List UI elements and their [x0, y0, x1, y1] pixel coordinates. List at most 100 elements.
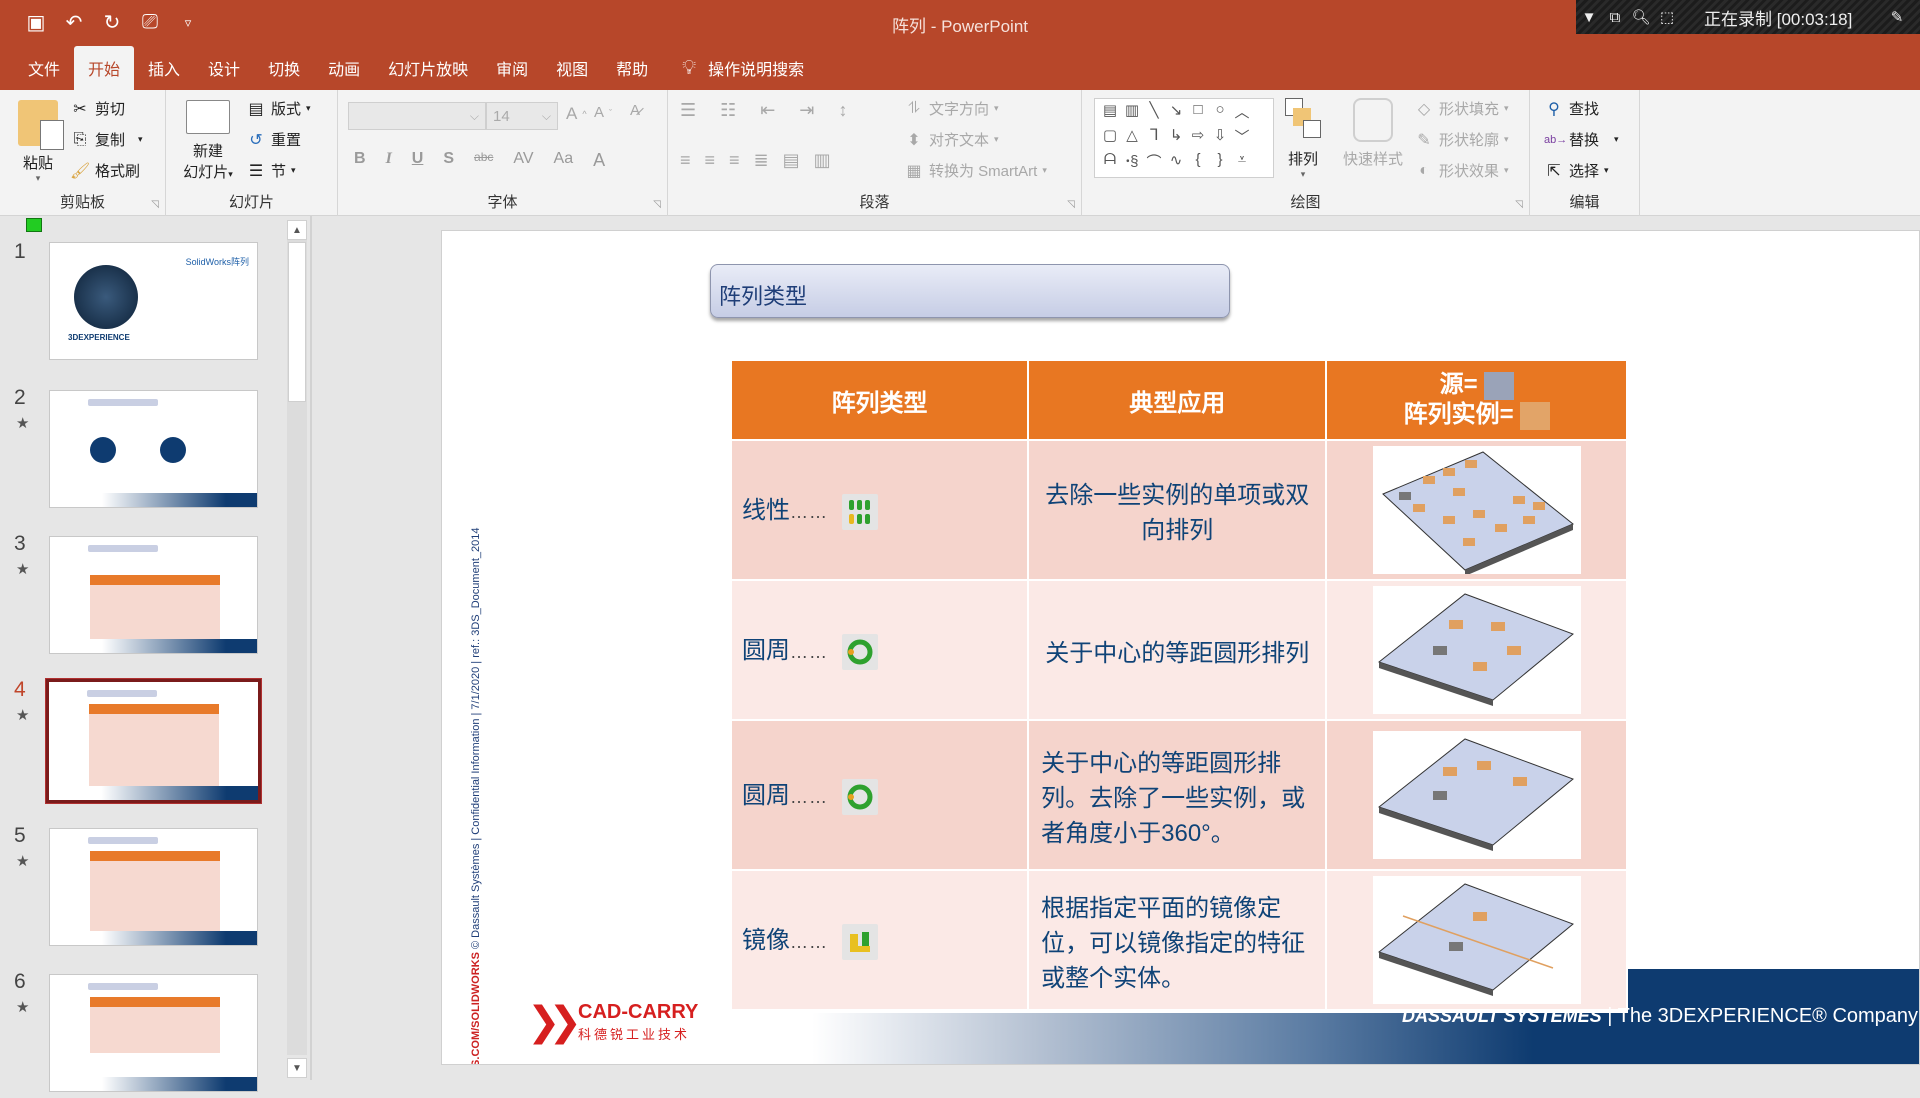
arrange-button[interactable]: 排列 ▾ [1278, 98, 1328, 180]
scroll-up-icon[interactable]: ▲ [287, 220, 307, 240]
slide-thumbnail[interactable]: 3DEXPERIENCE SolidWorks阵列 [49, 242, 258, 360]
dialog-launcher-icon[interactable]: ◹ [653, 199, 661, 210]
dialog-launcher-icon[interactable]: ◹ [151, 199, 159, 210]
thumbnail-4[interactable]: 4 ★ [0, 676, 290, 806]
gallery-more-icon[interactable]: ⩡ [1231, 151, 1253, 176]
thumbnail-2[interactable]: 2 ★ [0, 384, 290, 514]
tell-me-search[interactable]: 💡︎ 操作说明搜索 [682, 56, 804, 90]
thumbnail-5[interactable]: 5 ★ [0, 822, 290, 952]
numbering-icon[interactable]: ☷ [720, 100, 736, 121]
shape-outline-button[interactable]: ✎ 形状轮廓 ▾ [1414, 129, 1508, 150]
convert-smartart-button[interactable]: ▦ 转换为 SmartArt ▾ [904, 160, 1046, 181]
arrow-line-icon[interactable]: ↘ [1165, 101, 1187, 126]
change-case-button[interactable]: Aa [554, 150, 574, 171]
slide-thumbnail[interactable] [49, 828, 258, 946]
slide-canvas[interactable]: 阵列类型 3DS.COM/SOLIDWORKS © Dassault Systè… [441, 230, 1920, 1065]
dialog-launcher-icon[interactable]: ◹ [1067, 199, 1075, 210]
tab-home[interactable]: 开始 [74, 46, 135, 90]
paste-button[interactable]: 粘贴 ▾ [14, 100, 64, 184]
line-shape-icon[interactable]: ╲ [1143, 101, 1165, 126]
align-right-icon[interactable]: ≡ [729, 150, 740, 171]
line-spacing-icon[interactable]: ↕ [838, 100, 847, 121]
tab-animations[interactable]: 动画 [314, 46, 374, 90]
reset-button[interactable]: ↺ 重置 [246, 129, 301, 150]
font-name-combo[interactable]: ⌵ [348, 102, 486, 130]
elbow-arrow-icon[interactable]: ↳ [1165, 126, 1187, 151]
right-brace-icon[interactable]: } [1209, 151, 1231, 176]
scroll-down-icon[interactable]: ▼ [287, 1058, 307, 1078]
shape-fill-button[interactable]: ◇ 形状填充 ▾ [1414, 98, 1509, 119]
tab-design[interactable]: 设计 [194, 46, 254, 90]
replace-button[interactable]: ab→ 替换 ▾ [1544, 129, 1619, 150]
new-slide-button[interactable]: 新建 幻灯片▾ [178, 100, 238, 182]
quick-styles-button[interactable]: 快速样式 [1336, 98, 1410, 169]
slide-title[interactable]: 阵列类型 [710, 264, 1230, 318]
format-painter-button[interactable]: 🖌︎ 格式刷 [70, 160, 140, 181]
region-icon[interactable]: ⬚ [1654, 8, 1680, 26]
gallery-up-icon[interactable]: ︿ [1231, 101, 1253, 126]
down-arrow-icon[interactable]: ⇩ [1209, 126, 1231, 151]
rounded-rect-icon[interactable]: ▢ [1099, 126, 1121, 151]
zoom-icon[interactable]: 🔍︎ [1628, 8, 1654, 26]
slide-thumbnail-selected[interactable] [45, 678, 262, 804]
thumbnail-1[interactable]: 1 3DEXPERIENCE SolidWorks阵列 [0, 238, 290, 368]
dropdown-icon[interactable]: ▼ [1576, 9, 1602, 26]
curve-icon[interactable]: ∿ [1165, 151, 1187, 176]
vertical-textbox-icon[interactable]: ▥ [1121, 101, 1143, 126]
tab-insert[interactable]: 插入 [134, 46, 194, 90]
bullets-icon[interactable]: ☰ [680, 100, 696, 121]
triangle-icon[interactable]: △ [1121, 126, 1143, 151]
distribute-icon[interactable]: ▤ [783, 150, 800, 171]
tab-view[interactable]: 视图 [542, 46, 602, 90]
copy-button[interactable]: ⎘ 复制 ▾ [70, 129, 143, 150]
pattern-types-table[interactable]: 阵列类型 典型应用 源= 阵列实例= 线性…… 去除一些实例的单项或双向排列 圆… [729, 359, 1628, 1011]
justify-icon[interactable]: ≣ [754, 150, 769, 171]
left-brace-icon[interactable]: { [1187, 151, 1209, 176]
tab-help[interactable]: 帮助 [602, 46, 662, 90]
select-button[interactable]: ⇱ 选择 ▾ [1544, 160, 1608, 181]
font-size-combo[interactable]: 14 ⌵ [486, 102, 558, 130]
textbox-shape-icon[interactable]: ▤ [1099, 101, 1121, 126]
oval-shape-icon[interactable]: ○ [1209, 101, 1231, 126]
tab-slideshow[interactable]: 幻灯片放映 [374, 46, 482, 90]
tab-review[interactable]: 审阅 [482, 46, 542, 90]
align-left-icon[interactable]: ≡ [680, 150, 691, 171]
tab-file[interactable]: 文件 [14, 46, 74, 90]
layout-button[interactable]: ▤ 版式 ▾ [246, 98, 310, 119]
italic-button[interactable]: I [386, 150, 392, 171]
char-spacing-button[interactable]: AV [513, 150, 533, 171]
thumbnail-6[interactable]: 6 ★ [0, 968, 290, 1098]
slide-thumbnail[interactable] [49, 536, 258, 654]
find-button[interactable]: ⚲ 查找 [1544, 98, 1599, 119]
grow-font-button[interactable]: A ^ [566, 104, 587, 124]
cut-button[interactable]: ✂ 剪切 [70, 98, 125, 119]
panel-splitter[interactable] [310, 216, 312, 1080]
bold-button[interactable]: B [354, 150, 366, 171]
text-direction-button[interactable]: ⥮ 文字方向 ▾ [904, 98, 998, 119]
arc-icon[interactable]: ⌒ [1143, 151, 1165, 176]
scribble-icon[interactable]: ꞏ§ [1121, 151, 1143, 176]
restore-icon[interactable]: ⧉ [1602, 9, 1628, 26]
tab-transitions[interactable]: 切换 [254, 46, 314, 90]
rectangle-shape-icon[interactable]: □ [1187, 101, 1209, 126]
thumbnail-3[interactable]: 3 ★ [0, 530, 290, 660]
align-text-button[interactable]: ⬍ 对齐文本 ▾ [904, 129, 998, 150]
slide-thumbnail[interactable] [49, 390, 258, 508]
shadow-button[interactable]: S [443, 150, 454, 171]
underline-button[interactable]: U [412, 150, 424, 171]
right-arrow-icon[interactable]: ⇨ [1187, 126, 1209, 151]
slide-thumbnail[interactable] [49, 974, 258, 1092]
gallery-down-icon[interactable]: ﹀ [1231, 126, 1253, 151]
clear-formatting-icon[interactable]: A̷ [630, 102, 640, 119]
decrease-indent-icon[interactable]: ⇤ [760, 100, 775, 121]
freeform-icon[interactable]: ᗩ [1099, 151, 1121, 176]
columns-icon[interactable]: ▥ [814, 150, 831, 171]
increase-indent-icon[interactable]: ⇥ [799, 100, 814, 121]
shapes-gallery[interactable]: ▤ ▥ ╲ ↘ □ ○ ︿ ▢ △ ᒣ ↳ ⇨ ⇩ ﹀ ᗩ ꞏ§ ⌒ ∿{} ⩡ [1094, 98, 1274, 178]
scroll-thumb[interactable] [288, 242, 306, 402]
strikethrough-button[interactable]: abc [474, 150, 493, 171]
thumbnail-scrollbar[interactable]: ▲ ▼ [287, 218, 307, 1080]
font-color-button[interactable]: A [593, 150, 605, 171]
connector-icon[interactable]: ᒣ [1143, 126, 1165, 151]
section-button[interactable]: ☰ 节 ▾ [246, 160, 296, 181]
